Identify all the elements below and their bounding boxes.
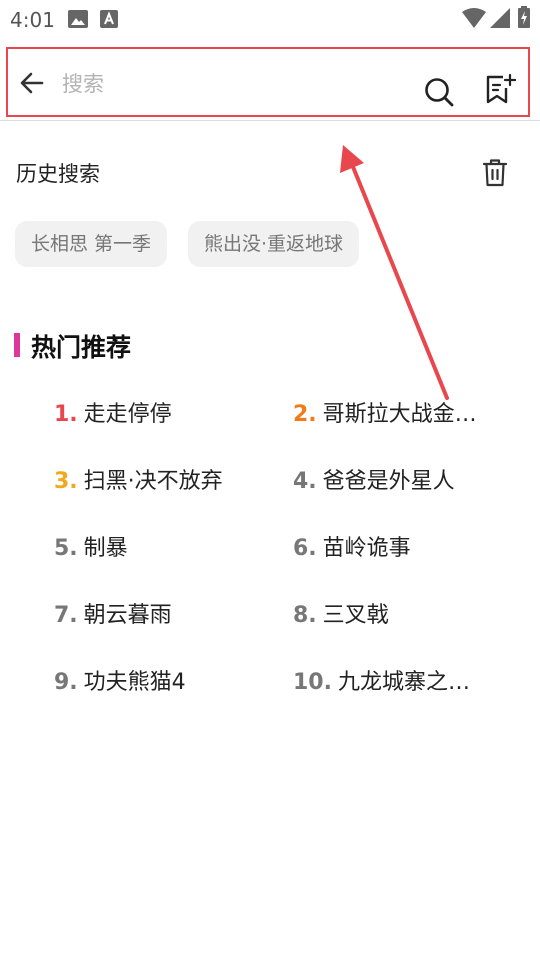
battery-charging-icon bbox=[518, 6, 530, 28]
hot-list-item[interactable]: 5. 制暴 bbox=[54, 530, 254, 564]
show-title: 走走停停 bbox=[83, 402, 172, 427]
a-notification-icon bbox=[100, 10, 118, 28]
show-title: 爸爸是外星人 bbox=[322, 469, 455, 494]
show-title: 扫黑·决不放弃 bbox=[83, 469, 223, 494]
rank-number: 1. bbox=[54, 402, 78, 427]
show-title: 哥斯拉大战金… bbox=[322, 402, 477, 427]
rank-number: 2. bbox=[293, 402, 317, 427]
status-bar: 4:01 bbox=[0, 0, 540, 38]
hot-list-item[interactable]: 9. 功夫熊猫4 bbox=[54, 664, 254, 698]
search-input[interactable] bbox=[60, 62, 394, 106]
show-title: 苗岭诡事 bbox=[322, 536, 411, 561]
signal-icon bbox=[490, 8, 510, 28]
bookmark-add-icon[interactable] bbox=[484, 73, 516, 105]
hot-list-item[interactable]: 1. 走走停停 bbox=[54, 396, 254, 430]
rank-number: 4. bbox=[293, 469, 317, 494]
search-header bbox=[6, 47, 530, 117]
trash-icon[interactable] bbox=[482, 158, 508, 188]
wifi-icon bbox=[462, 8, 486, 28]
image-icon bbox=[68, 10, 88, 28]
hot-section-title: 热门推荐 bbox=[31, 333, 132, 362]
hot-list-item[interactable]: 8. 三叉戟 bbox=[293, 597, 493, 631]
rank-number: 10. bbox=[293, 670, 332, 695]
rank-number: 3. bbox=[54, 469, 78, 494]
rank-number: 5. bbox=[54, 536, 78, 561]
hot-list-item[interactable]: 2. 哥斯拉大战金… bbox=[293, 396, 493, 430]
rank-number: 9. bbox=[54, 670, 78, 695]
hot-list-item[interactable]: 7. 朝云暮雨 bbox=[54, 597, 254, 631]
show-title: 朝云暮雨 bbox=[83, 603, 172, 628]
show-title: 九龙城寨之… bbox=[337, 670, 470, 695]
show-title: 三叉戟 bbox=[322, 603, 389, 628]
hot-list-item[interactable]: 3. 扫黑·决不放弃 bbox=[54, 463, 254, 497]
rank-number: 8. bbox=[293, 603, 317, 628]
hot-list-item[interactable]: 6. 苗岭诡事 bbox=[293, 530, 493, 564]
rank-number: 7. bbox=[54, 603, 78, 628]
hot-list-item[interactable]: 4. 爸爸是外星人 bbox=[293, 463, 493, 497]
status-time: 4:01 bbox=[10, 8, 55, 32]
header-divider bbox=[0, 120, 540, 121]
history-chip[interactable]: 熊出没·重返地球 bbox=[188, 221, 360, 267]
hot-section-accent-bar bbox=[14, 333, 20, 357]
hot-list-item[interactable]: 10. 九龙城寨之… bbox=[293, 664, 493, 698]
history-chip[interactable]: 长相思 第一季 bbox=[15, 221, 168, 267]
history-section-title: 历史搜索 bbox=[16, 162, 100, 186]
back-arrow-icon[interactable] bbox=[18, 69, 46, 97]
show-title: 功夫熊猫4 bbox=[83, 670, 186, 695]
search-icon[interactable] bbox=[424, 77, 454, 107]
show-title: 制暴 bbox=[83, 536, 128, 561]
rank-number: 6. bbox=[293, 536, 317, 561]
